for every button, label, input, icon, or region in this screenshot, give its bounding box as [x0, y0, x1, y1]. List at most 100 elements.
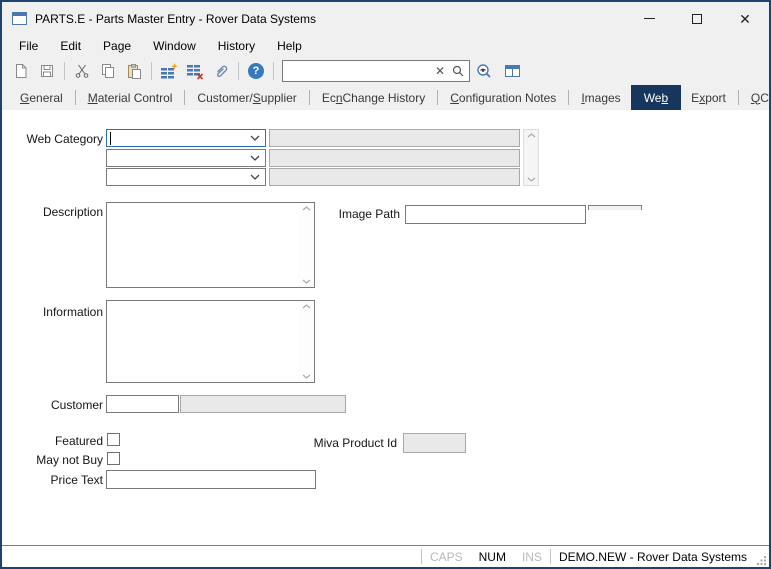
lookup-magnifier-eye-icon [475, 63, 495, 79]
insert-mode-indicator: INS [514, 550, 550, 564]
web-category-combo-1[interactable] [106, 129, 266, 147]
may-not-buy-label: May not Buy [2, 453, 103, 467]
web-category-scrollbar[interactable] [523, 129, 539, 186]
clear-search-icon[interactable]: ✕ [429, 65, 451, 77]
tab-ecn-change-history[interactable]: Ecn Change History [312, 85, 435, 110]
price-text-label: Price Text [2, 473, 103, 487]
close-button[interactable]: ✕ [721, 2, 769, 35]
delete-rows-button[interactable] [182, 59, 208, 83]
scroll-up-icon[interactable] [302, 206, 311, 211]
menu-page[interactable]: Page [92, 36, 142, 56]
toolbar-separator [151, 62, 152, 80]
grid-view-button[interactable] [500, 59, 526, 83]
insert-rows-icon [160, 63, 178, 80]
search-input[interactable] [283, 61, 429, 81]
toolbar: ? ✕ [2, 57, 769, 85]
tab-images[interactable]: Images [571, 85, 630, 110]
menu-edit[interactable]: Edit [49, 36, 92, 56]
tabs: GeneralMaterial ControlCustomer/Supplier… [10, 85, 771, 110]
resize-grip[interactable] [755, 546, 769, 567]
scroll-down-icon[interactable] [527, 177, 536, 182]
customer-display [180, 395, 346, 413]
miva-product-id-label: Miva Product Id [295, 436, 397, 450]
scroll-down-icon[interactable] [302, 374, 311, 379]
menu-history[interactable]: History [207, 36, 266, 56]
clipped-field-fragment [588, 205, 642, 210]
web-category-label: Web Category [2, 132, 103, 146]
insert-rows-button[interactable] [156, 59, 182, 83]
paste-button[interactable] [121, 59, 147, 83]
description-field [106, 202, 315, 288]
status-context: DEMO.NEW - Rover Data Systems [551, 550, 755, 564]
copy-button[interactable] [95, 59, 121, 83]
new-document-button[interactable] [8, 59, 34, 83]
web-category-combo-3[interactable] [106, 168, 266, 186]
customer-input[interactable] [106, 395, 179, 413]
advanced-lookup-button[interactable] [470, 59, 500, 83]
web-category-combo-2[interactable] [106, 149, 266, 167]
description-label: Description [2, 205, 103, 219]
resize-grip-icon [757, 555, 767, 565]
search-box: ✕ [282, 60, 470, 82]
help-button[interactable]: ? [243, 59, 269, 83]
image-path-input[interactable] [405, 205, 586, 224]
minimize-button[interactable] [625, 2, 673, 35]
delete-rows-icon [186, 63, 204, 80]
description-textarea[interactable] [107, 203, 297, 287]
toolbar-separator [238, 62, 239, 80]
menu-bar: FileEditPageWindowHistoryHelp [2, 35, 769, 57]
search-magnifier-icon[interactable] [451, 64, 469, 78]
save-icon [39, 63, 55, 79]
menu-help[interactable]: Help [266, 36, 313, 56]
tab-separator [184, 90, 185, 105]
tab-separator [437, 90, 438, 105]
close-icon: ✕ [739, 12, 751, 26]
featured-checkbox[interactable] [107, 433, 120, 446]
title-bar: PARTS.E - Parts Master Entry - Rover Dat… [2, 2, 769, 35]
window-title: PARTS.E - Parts Master Entry - Rover Dat… [35, 12, 316, 26]
text-cursor [110, 132, 111, 145]
information-label: Information [2, 305, 103, 319]
menu-window[interactable]: Window [142, 36, 207, 56]
tab-separator [738, 90, 739, 105]
copy-icon [100, 63, 116, 79]
cut-scissors-icon [74, 63, 90, 79]
attachment-button[interactable] [208, 59, 234, 83]
num-lock-indicator: NUM [471, 550, 514, 564]
information-textarea[interactable] [107, 301, 297, 382]
may-not-buy-checkbox[interactable] [107, 452, 120, 465]
menu-file[interactable]: File [8, 36, 49, 56]
web-category-display-2 [269, 149, 520, 167]
new-document-icon [13, 63, 29, 79]
app-icon [12, 12, 27, 25]
scroll-down-icon[interactable] [302, 279, 311, 284]
help-icon: ? [248, 63, 264, 79]
tab-material-control[interactable]: Material Control [78, 85, 183, 110]
caps-lock-indicator: CAPS [422, 550, 471, 564]
scroll-up-icon[interactable] [527, 133, 536, 138]
tab-general[interactable]: General [10, 85, 73, 110]
description-scrollbar[interactable] [298, 203, 314, 287]
cut-button[interactable] [69, 59, 95, 83]
miva-product-id-display [403, 433, 466, 453]
tab-customer-supplier[interactable]: Customer/Supplier [187, 85, 306, 110]
information-scrollbar[interactable] [298, 301, 314, 382]
customer-label: Customer [2, 398, 103, 412]
save-button[interactable] [34, 59, 60, 83]
app-window: PARTS.E - Parts Master Entry - Rover Dat… [0, 0, 771, 569]
web-category-display-1 [269, 129, 520, 147]
toolbar-separator [64, 62, 65, 80]
tab-qc[interactable]: QC [741, 85, 771, 110]
tab-export[interactable]: Export [681, 85, 736, 110]
scroll-up-icon[interactable] [302, 304, 311, 309]
status-bar: CAPS NUM INS DEMO.NEW - Rover Data Syste… [2, 545, 769, 567]
window-controls: ✕ [625, 2, 769, 35]
maximize-button[interactable] [673, 2, 721, 35]
tab-strip: GeneralMaterial ControlCustomer/Supplier… [2, 85, 769, 110]
price-text-input[interactable] [106, 470, 316, 489]
grid-view-icon [504, 63, 522, 79]
information-field [106, 300, 315, 383]
tab-configuration-notes[interactable]: Configuration Notes [440, 85, 566, 110]
maximize-icon [692, 14, 702, 24]
tab-web[interactable]: Web [631, 85, 681, 110]
